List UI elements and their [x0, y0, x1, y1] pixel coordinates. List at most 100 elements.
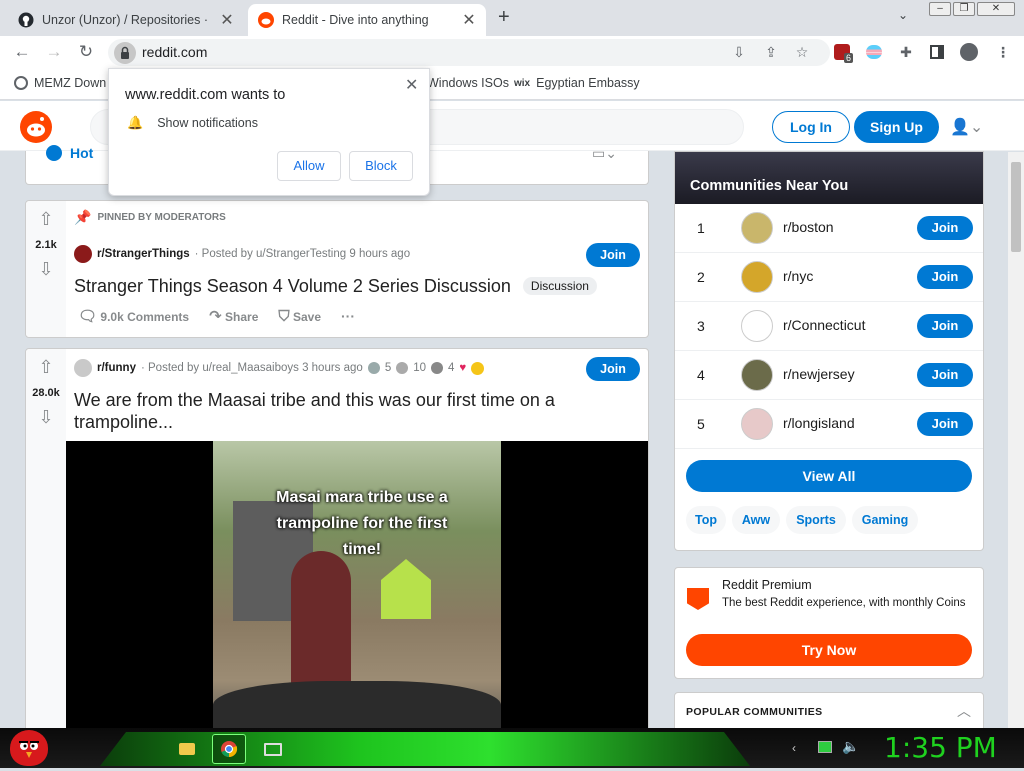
share-icon[interactable]: ⇪ [762, 43, 780, 61]
vote-column: ⇧ 28.0k ⇩ [26, 349, 66, 747]
subreddit-link[interactable]: r/StrangerThings [97, 248, 190, 260]
puzzle-icon[interactable]: ✚ [897, 43, 915, 61]
community-name[interactable]: r/Connecticut [783, 317, 865, 333]
close-tab-icon[interactable]: ✕ [462, 10, 476, 30]
community-row[interactable]: 5 r/longisland Join [675, 400, 983, 449]
save-button[interactable]: ⛉ Save [278, 308, 321, 325]
share-button[interactable]: ↷ Share [209, 307, 258, 325]
community-join-button[interactable]: Join [917, 412, 973, 436]
allow-button[interactable]: Allow [277, 151, 341, 181]
tray-chevron-icon[interactable]: ‹ [792, 741, 796, 755]
flag-extension-icon[interactable] [866, 45, 882, 59]
close-icon[interactable]: ✕ [405, 75, 418, 95]
community-tag[interactable]: Gaming [852, 506, 918, 534]
join-button[interactable]: Join [586, 357, 640, 381]
chrome-taskbar-icon[interactable] [212, 734, 246, 764]
bookmark-windows-isos[interactable]: Windows ISOs [427, 76, 509, 90]
minimize-button[interactable]: – [929, 2, 951, 16]
community-row[interactable]: 3 r/Connecticut Join [675, 302, 983, 351]
community-join-button[interactable]: Join [917, 265, 973, 289]
side-panel-icon[interactable] [930, 45, 944, 59]
address-bar[interactable]: reddit.com [108, 39, 830, 66]
gold-award-icon[interactable] [471, 361, 485, 375]
bookmark-memz[interactable]: MEMZ Down [14, 76, 106, 90]
upvote-icon[interactable]: ⇧ [36, 357, 56, 378]
post-card[interactable]: ⇧ 28.0k ⇩ r/funny · Posted by u/real_Maa… [25, 348, 649, 748]
file-explorer-icon[interactable] [170, 734, 204, 764]
maximize-button[interactable]: ❐ [953, 2, 975, 16]
community-join-button[interactable]: Join [917, 363, 973, 387]
community-avatar [741, 212, 773, 244]
posted-by[interactable]: · Posted by u/real_Maasaiboys 3 hours ag… [141, 362, 363, 374]
downvote-icon[interactable]: ⇩ [36, 259, 56, 280]
downvote-icon[interactable]: ⇩ [36, 407, 56, 428]
forward-icon[interactable]: → [44, 42, 64, 62]
block-button[interactable]: Block [349, 151, 413, 181]
remote-desktop-icon[interactable] [256, 734, 290, 764]
sort-label: Hot [70, 145, 94, 161]
community-row[interactable]: 1 r/boston Join [675, 204, 983, 253]
user-menu-icon[interactable]: 👤⌄ [950, 117, 983, 137]
community-name[interactable]: r/longisland [783, 415, 855, 431]
award-icon[interactable] [431, 362, 444, 374]
posted-by[interactable]: · Posted by u/StrangerTesting 9 hours ag… [195, 248, 410, 260]
tab-reddit[interactable]: Reddit - Dive into anything ✕ [248, 4, 486, 36]
community-tag[interactable]: Sports [786, 506, 846, 534]
post-flair[interactable]: Discussion [522, 277, 597, 295]
more-options-button[interactable]: ··· [341, 308, 355, 324]
heart-award-icon[interactable]: ♥ [459, 362, 466, 374]
back-icon[interactable]: ← [12, 42, 32, 62]
layout-toggle-icon[interactable]: ▭⌄ [592, 145, 617, 162]
bookmark-star-icon[interactable]: ☆ [793, 43, 811, 61]
start-button-angry-bird-icon[interactable] [10, 730, 48, 766]
network-icon[interactable] [818, 741, 832, 753]
tab-strip: Unzor (Unzor) / Repositories · GitHub ✕ … [0, 0, 1024, 36]
taskbar-clock[interactable]: 1:35 PM [884, 731, 997, 764]
award-icon[interactable] [367, 362, 380, 374]
lock-icon[interactable] [114, 42, 136, 64]
community-name[interactable]: r/newjersey [783, 366, 855, 382]
video-player[interactable]: Masai mara tribe use a trampoline for th… [66, 441, 648, 741]
close-window-button[interactable]: ✕ [977, 2, 1015, 16]
chevron-up-icon[interactable]: ︿ [957, 701, 971, 721]
community-tag[interactable]: Top [686, 506, 726, 534]
join-button[interactable]: Join [586, 243, 640, 267]
bookmark-label: MEMZ Down [34, 76, 107, 90]
subreddit-avatar[interactable] [74, 359, 92, 377]
comments-button[interactable]: 🗨 9.0k Comments [78, 307, 189, 325]
try-now-button[interactable]: Try Now [686, 634, 972, 666]
post-title[interactable]: Stranger Things Season 4 Volume 2 Series… [74, 275, 511, 297]
reddit-logo-icon[interactable] [20, 111, 52, 143]
community-row[interactable]: 2 r/nyc Join [675, 253, 983, 302]
login-button[interactable]: Log In [772, 111, 850, 143]
browser-toolbar: ← → ↻ reddit.com ⇩ ⇪ ☆ 6 ✚ ⋮ [0, 36, 1024, 68]
post-card[interactable]: ⇧ 2.1k ⇩ 📌 PINNED BY MODERATORS r/Strang… [25, 200, 649, 338]
community-name[interactable]: r/nyc [783, 268, 813, 284]
community-name[interactable]: r/boston [783, 219, 834, 235]
bookmark-egyptian-embassy[interactable]: wix Egyptian Embassy [514, 76, 640, 90]
subreddit-link[interactable]: r/funny [97, 362, 136, 374]
page-scrollbar[interactable] [1008, 152, 1024, 728]
community-tag[interactable]: Aww [732, 506, 780, 534]
install-app-icon[interactable]: ⇩ [730, 43, 748, 61]
post-title[interactable]: We are from the Maasai tribe and this wa… [74, 389, 594, 433]
community-join-button[interactable]: Join [917, 314, 973, 338]
scrollbar-thumb[interactable] [1011, 162, 1021, 252]
new-tab-button[interactable]: + [498, 6, 510, 29]
award-icon[interactable] [396, 362, 409, 374]
volume-icon[interactable]: 🔈 [842, 738, 859, 755]
award-count: 4 [448, 362, 455, 374]
community-join-button[interactable]: Join [917, 216, 973, 240]
signup-button[interactable]: Sign Up [854, 111, 939, 143]
close-tab-icon[interactable]: ✕ [220, 10, 234, 30]
upvote-icon[interactable]: ⇧ [36, 209, 56, 230]
view-all-button[interactable]: View All [686, 460, 972, 492]
subreddit-avatar[interactable] [74, 245, 92, 263]
sort-hot-button[interactable]: Hot [46, 145, 93, 161]
community-row[interactable]: 4 r/newjersey Join [675, 351, 983, 400]
tab-github[interactable]: Unzor (Unzor) / Repositories · GitHub ✕ [8, 4, 244, 36]
menu-kebab-icon[interactable]: ⋮ [994, 43, 1012, 61]
reload-icon[interactable]: ↻ [76, 42, 96, 62]
tab-search-icon[interactable]: ⌄ [898, 8, 908, 22]
profile-avatar-icon[interactable] [960, 43, 978, 61]
